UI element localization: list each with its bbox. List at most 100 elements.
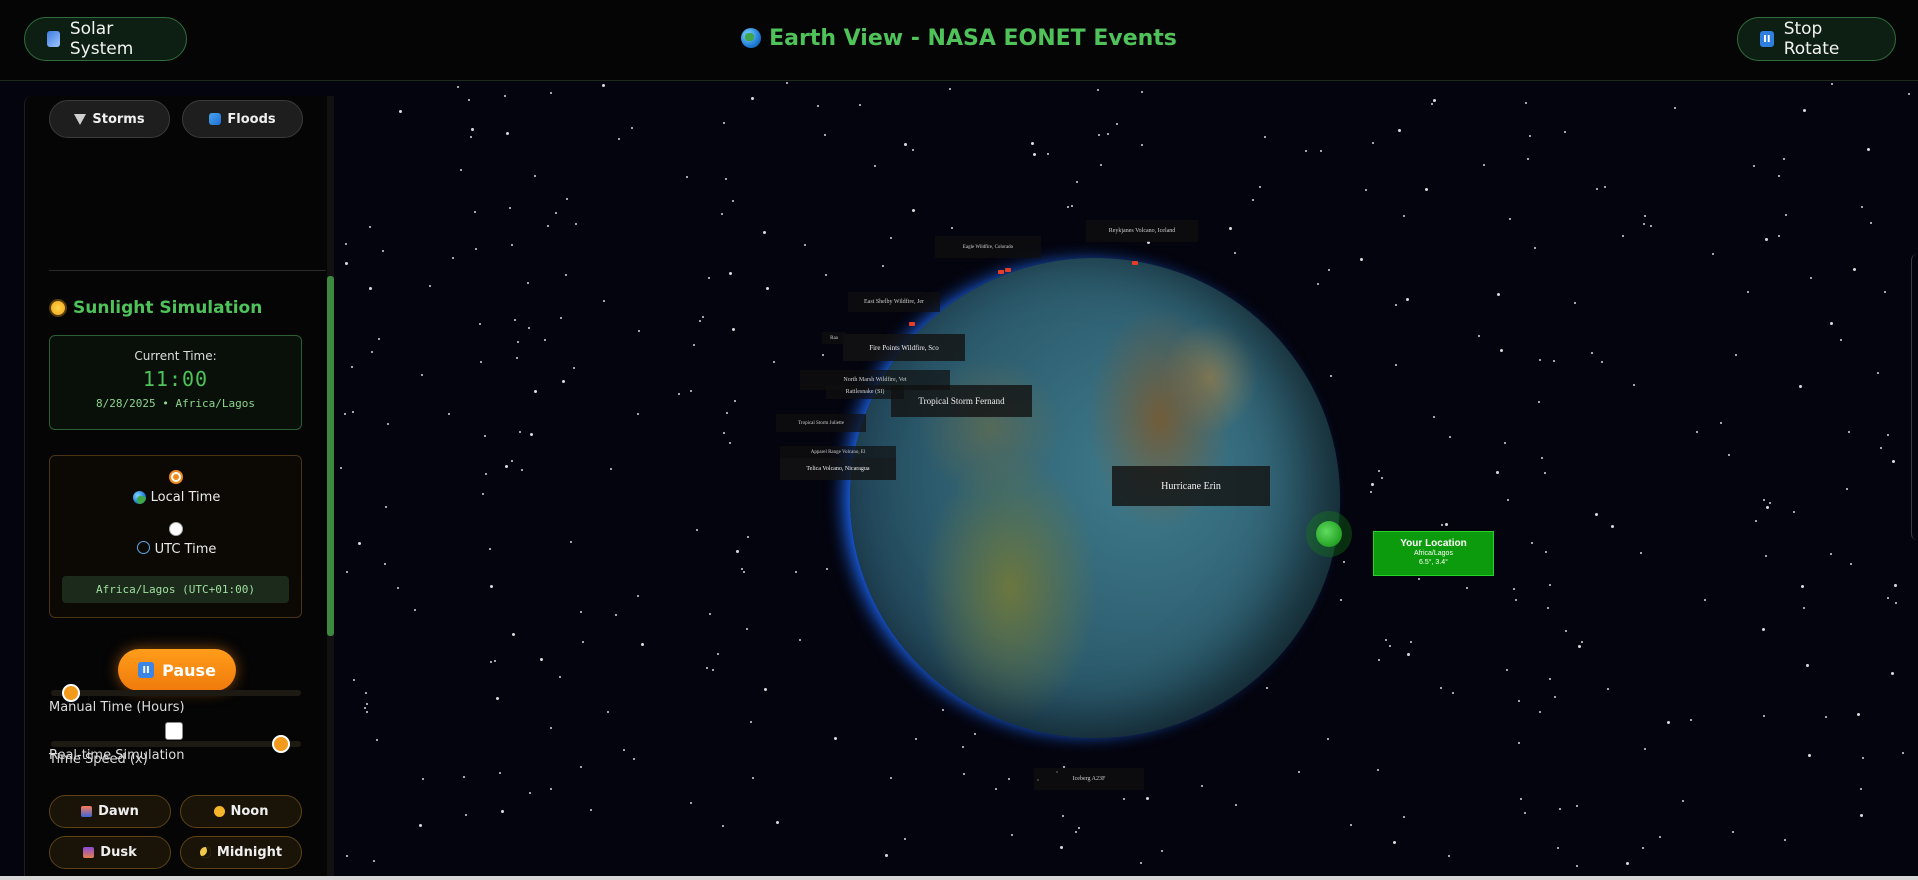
page-title: Earth View - NASA EONET Events xyxy=(0,26,1918,51)
event-label[interactable]: Iceberg A23F xyxy=(1034,768,1144,790)
star xyxy=(1405,297,1409,301)
star xyxy=(1689,719,1692,722)
section-title-text: Sunlight Simulation xyxy=(73,298,263,318)
event-label[interactable]: Telica Volcano, Nicaragua xyxy=(780,458,896,480)
star xyxy=(1447,855,1450,858)
star xyxy=(1506,498,1509,501)
local-time-radio[interactable] xyxy=(169,470,183,484)
star xyxy=(1765,555,1768,558)
star xyxy=(1538,359,1541,362)
dawn-label: Dawn xyxy=(98,804,139,819)
star xyxy=(736,550,740,554)
star xyxy=(468,98,471,101)
event-label[interactable]: Fire Points Wildfire, Sco xyxy=(843,334,965,361)
time-speed-thumb[interactable] xyxy=(272,735,290,753)
star xyxy=(1377,659,1380,662)
star xyxy=(726,412,729,415)
star xyxy=(1444,523,1448,527)
star xyxy=(1578,645,1582,649)
star xyxy=(1848,431,1851,434)
event-marker[interactable] xyxy=(998,270,1004,274)
globe-icon xyxy=(132,491,146,504)
star xyxy=(1887,434,1890,437)
star xyxy=(1500,348,1503,352)
realtime-checkbox[interactable] xyxy=(165,722,183,740)
your-location-label[interactable]: Your Location Africa/Lagos 6.5°, 3.4° xyxy=(1373,531,1494,576)
star xyxy=(1747,290,1750,293)
event-label[interactable]: Hurricane Erin xyxy=(1112,466,1270,506)
your-location-marker[interactable] xyxy=(1316,521,1342,547)
star xyxy=(1141,143,1144,146)
star xyxy=(1297,771,1300,774)
star xyxy=(873,164,876,167)
utc-time-radio[interactable] xyxy=(169,522,183,536)
star xyxy=(1395,364,1398,367)
star xyxy=(1527,157,1530,160)
star xyxy=(1381,476,1384,479)
star xyxy=(1907,93,1910,96)
star xyxy=(504,464,508,468)
event-marker[interactable] xyxy=(1132,261,1138,265)
star xyxy=(1520,797,1523,800)
manual-time-slider[interactable] xyxy=(51,690,301,696)
star xyxy=(529,432,533,436)
event-label[interactable]: Eagle Wildfire, Colorado xyxy=(935,236,1041,258)
event-label[interactable]: East Shelby Wildfire, Jer xyxy=(848,292,940,312)
local-time-option[interactable]: Local Time xyxy=(50,490,303,505)
star xyxy=(1508,218,1511,221)
star xyxy=(824,273,827,276)
storms-filter-button[interactable]: Storms xyxy=(49,100,170,138)
moon-icon xyxy=(199,847,211,858)
star xyxy=(582,640,585,643)
star xyxy=(1544,550,1547,553)
star xyxy=(1259,186,1262,189)
star xyxy=(528,792,531,795)
star xyxy=(451,257,454,260)
star xyxy=(520,468,523,471)
dawn-preset-button[interactable]: Dawn xyxy=(49,795,171,828)
star xyxy=(377,337,380,340)
stop-rotate-button[interactable]: II Stop Rotate xyxy=(1737,17,1896,61)
event-label[interactable]: Apparel Range Volcano, El xyxy=(780,446,896,458)
star xyxy=(606,710,609,713)
star xyxy=(731,328,735,332)
sun-icon xyxy=(51,301,65,315)
star xyxy=(751,97,755,101)
event-label[interactable]: Raa xyxy=(822,332,846,344)
star xyxy=(1895,602,1898,605)
time-speed-slider[interactable] xyxy=(51,741,301,747)
star xyxy=(1252,199,1254,202)
star xyxy=(1505,668,1508,671)
star xyxy=(1604,186,1607,189)
star xyxy=(350,366,353,369)
star xyxy=(590,809,593,811)
noon-preset-button[interactable]: Noon xyxy=(180,795,302,828)
pause-simulation-button[interactable]: II Pause xyxy=(118,649,236,691)
star xyxy=(1884,291,1887,294)
right-panel-handle[interactable] xyxy=(1911,254,1918,540)
star xyxy=(1673,106,1676,109)
star xyxy=(1887,596,1890,599)
star xyxy=(1783,838,1786,841)
star xyxy=(1632,384,1635,386)
dusk-preset-button[interactable]: Dusk xyxy=(49,836,171,869)
star xyxy=(1800,585,1804,589)
star xyxy=(447,413,450,416)
floods-filter-button[interactable]: Floods xyxy=(182,100,303,138)
star xyxy=(1547,606,1550,609)
star xyxy=(368,286,372,290)
event-label[interactable]: Rattlesnake (SI) xyxy=(826,385,904,399)
sunrise-icon xyxy=(81,806,93,817)
event-label[interactable]: Reykjanes Volcano, Iceland xyxy=(1086,220,1198,242)
midnight-preset-button[interactable]: Midnight xyxy=(180,836,302,869)
noon-label: Noon xyxy=(230,804,269,819)
manual-time-label: Manual Time (Hours) xyxy=(49,700,185,715)
sidebar-scroll-thumb[interactable] xyxy=(327,276,334,636)
star xyxy=(763,230,767,234)
event-marker[interactable] xyxy=(1005,268,1011,272)
event-marker[interactable] xyxy=(909,322,915,326)
star xyxy=(610,468,613,471)
star xyxy=(421,777,424,780)
utc-time-option[interactable]: UTC Time xyxy=(50,541,303,557)
event-label[interactable]: Tropical Storm Juliette xyxy=(776,414,866,432)
